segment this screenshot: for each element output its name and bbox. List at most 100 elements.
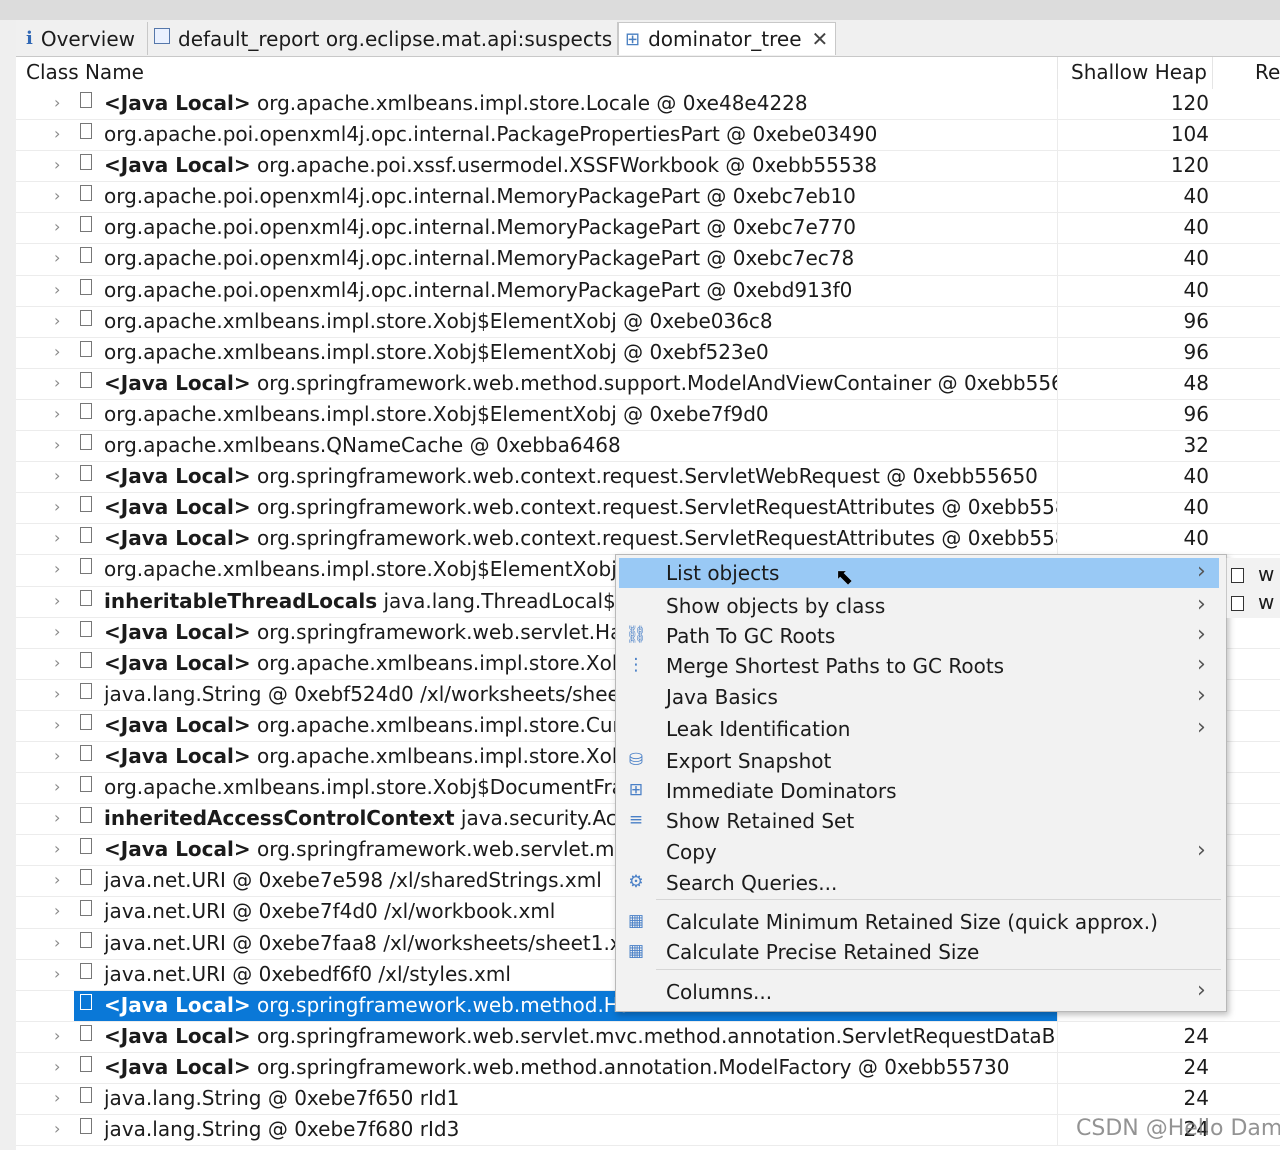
table-row[interactable]: › org.apache.xmlbeans.impl.store.Xobj$Ele… [16, 306, 1280, 338]
shallow-heap-cell: 40 [1183, 246, 1209, 271]
table-row[interactable]: › org.apache.poi.openxml4j.opc.internal.M… [16, 244, 1280, 276]
menu-item-label: Columns... [666, 980, 773, 1004]
class-name-cell: org.apache.xmlbeans.impl.store.Xobj$Elem… [104, 402, 1057, 426]
calculator-icon: ▦ [627, 911, 645, 931]
expand-chevron-icon[interactable]: › [54, 280, 60, 299]
row-object-name: org.springframework.web.servlet.mvc.meth… [250, 1023, 1057, 1048]
menu-item-leak-identification[interactable]: Leak Identification › [619, 714, 1219, 744]
tab-overview[interactable]: i Overview [20, 22, 148, 55]
menu-item-search-queries[interactable]: ⚙ Search Queries... [619, 868, 1219, 898]
class-name-cell: org.apache.poi.openxml4j.opc.internal.Pa… [104, 122, 1057, 146]
expand-chevron-icon[interactable]: › [54, 870, 60, 889]
expand-chevron-icon[interactable]: › [54, 404, 60, 423]
expand-chevron-icon[interactable]: › [54, 528, 60, 547]
expand-chevron-icon[interactable]: › [54, 777, 60, 796]
table-row[interactable]: › org.apache.poi.openxml4j.opc.internal.M… [16, 213, 1280, 245]
object-icon [80, 1118, 92, 1135]
menu-item-copy[interactable]: Copy › [619, 837, 1219, 867]
table-row[interactable]: › <Java Local> org.springframework.web.me… [16, 368, 1280, 400]
menu-item-path-to-gc-roots[interactable]: ⛓ Path To GC Roots › [619, 621, 1219, 651]
menu-item-show-retained-set[interactable]: ≡ Show Retained Set [619, 806, 1219, 836]
expand-chevron-icon[interactable]: › [54, 155, 60, 174]
menu-item-show-objects-by-class[interactable]: Show objects by class › [619, 591, 1219, 621]
expand-chevron-icon[interactable]: › [54, 591, 60, 610]
row-prefix: inheritableThreadLocals [104, 588, 378, 613]
row-prefix: <Java Local> [104, 743, 251, 768]
object-icon [80, 278, 92, 295]
expand-chevron-icon[interactable]: › [54, 808, 60, 827]
column-header-class-name[interactable]: Class Name [26, 60, 144, 84]
shallow-heap-cell: 48 [1183, 370, 1209, 395]
expand-chevron-icon[interactable]: › [54, 964, 60, 983]
row-object-name: org.apache.xmlbeans.impl.store.Cur @ [250, 712, 648, 737]
table-row[interactable]: › <Java Local> org.springframework.web.se… [16, 1021, 1280, 1053]
menu-item-columns[interactable]: Columns... › [619, 977, 1219, 1007]
menu-item-calculate-precise-retained-size[interactable]: ▦ Calculate Precise Retained Size [619, 937, 1219, 967]
column-header-shallow-heap[interactable]: Shallow Heap [1071, 60, 1207, 84]
tab-label: dominator_tree [648, 27, 802, 51]
row-prefix: <Java Local> [104, 153, 251, 178]
table-row[interactable]: › <Java Local> org.springframework.web.me… [16, 1052, 1280, 1084]
menu-item-immediate-dominators[interactable]: ⊞ Immediate Dominators [619, 776, 1219, 806]
expand-chevron-icon[interactable]: › [54, 653, 60, 672]
submenu-item[interactable]: w [1231, 562, 1274, 588]
expand-chevron-icon[interactable]: › [54, 342, 60, 361]
tab-default-report[interactable]: default_report org.eclipse.mat.api:suspe… [148, 22, 618, 55]
expand-chevron-icon[interactable]: › [54, 1057, 60, 1076]
table-row[interactable]: › org.apache.xmlbeans.impl.store.Xobj$Ele… [16, 399, 1280, 432]
expand-chevron-icon[interactable]: › [54, 839, 60, 858]
expand-chevron-icon[interactable]: › [54, 124, 60, 143]
expand-chevron-icon[interactable]: › [54, 901, 60, 920]
expand-chevron-icon[interactable]: › [54, 311, 60, 330]
expand-chevron-icon[interactable]: › [54, 1026, 60, 1045]
object-icon [80, 185, 92, 202]
expand-chevron-icon[interactable]: › [54, 684, 60, 703]
submenu-item[interactable]: w [1231, 590, 1274, 616]
table-row[interactable]: › <Java Local> org.apache.poi.xssf.usermo… [16, 151, 1280, 183]
column-divider[interactable] [1212, 57, 1213, 89]
expand-chevron-icon[interactable]: › [54, 217, 60, 236]
column-header-retained-heap[interactable]: Re [1255, 60, 1280, 84]
table-row[interactable]: › <Java Local> org.springframework.web.co… [16, 524, 1280, 556]
row-object-name: org.springframework.web.context.request.… [250, 526, 1057, 551]
expand-chevron-icon[interactable]: › [54, 715, 60, 734]
table-row[interactable]: › org.apache.xmlbeans.QNameCache @ 0xebba… [16, 431, 1280, 463]
menu-item-list-objects[interactable]: List objects › [619, 558, 1219, 588]
row-object-name: org.springframework.web.method.Ha [250, 992, 632, 1017]
tab-dominator-tree[interactable]: ⊞ dominator_tree ✕ [618, 22, 836, 55]
object-icon [80, 371, 92, 388]
expand-chevron-icon[interactable]: › [54, 248, 60, 267]
table-row[interactable]: › <Java Local> org.apache.xmlbeans.impl.s… [16, 89, 1280, 121]
expand-chevron-icon[interactable]: › [54, 559, 60, 578]
expand-chevron-icon[interactable]: › [54, 497, 60, 516]
table-row[interactable]: › org.apache.poi.openxml4j.opc.internal.M… [16, 182, 1280, 214]
menu-item-calculate-minimum-retained-size-quick-approx[interactable]: ▦ Calculate Minimum Retained Size (quick … [619, 907, 1219, 937]
row-object-name: org.apache.poi.openxml4j.opc.internal.Me… [104, 215, 856, 240]
shallow-heap-cell: 40 [1183, 277, 1209, 302]
row-prefix: inheritedAccessControlContext [104, 806, 455, 831]
menu-item-java-basics[interactable]: Java Basics › [619, 682, 1219, 712]
column-divider[interactable] [1057, 57, 1058, 89]
class-name-cell: <Java Local> org.springframework.web.con… [104, 495, 1057, 519]
table-row[interactable]: › org.apache.xmlbeans.impl.store.Xobj$Ele… [16, 337, 1280, 369]
menu-item-export-snapshot[interactable]: ⛁ Export Snapshot [619, 746, 1219, 776]
table-row[interactable]: › <Java Local> org.springframework.web.co… [16, 462, 1280, 494]
row-object-name: org.apache.poi.openxml4j.opc.internal.Pa… [104, 122, 878, 147]
expand-chevron-icon[interactable]: › [54, 1119, 60, 1138]
row-prefix: <Java Local> [104, 370, 251, 395]
expand-chevron-icon[interactable]: › [54, 466, 60, 485]
table-row[interactable]: › java.lang.String @ 0xebe7f650 rId1 24 [16, 1084, 1280, 1116]
close-icon[interactable]: ✕ [812, 27, 829, 51]
expand-chevron-icon[interactable]: › [54, 622, 60, 641]
expand-chevron-icon[interactable]: › [54, 93, 60, 112]
menu-item-merge-shortest-paths-to-gc-roots[interactable]: ⋮ Merge Shortest Paths to GC Roots › [619, 651, 1219, 681]
expand-chevron-icon[interactable]: › [54, 933, 60, 952]
expand-chevron-icon[interactable]: › [54, 1088, 60, 1107]
expand-chevron-icon[interactable]: › [54, 186, 60, 205]
expand-chevron-icon[interactable]: › [54, 373, 60, 392]
expand-chevron-icon[interactable]: › [54, 435, 60, 454]
expand-chevron-icon[interactable]: › [54, 746, 60, 765]
table-row[interactable]: › <Java Local> org.springframework.web.co… [16, 493, 1280, 525]
table-row[interactable]: › org.apache.poi.openxml4j.opc.internal.M… [16, 275, 1280, 307]
table-row[interactable]: › org.apache.poi.openxml4j.opc.internal.P… [16, 120, 1280, 152]
